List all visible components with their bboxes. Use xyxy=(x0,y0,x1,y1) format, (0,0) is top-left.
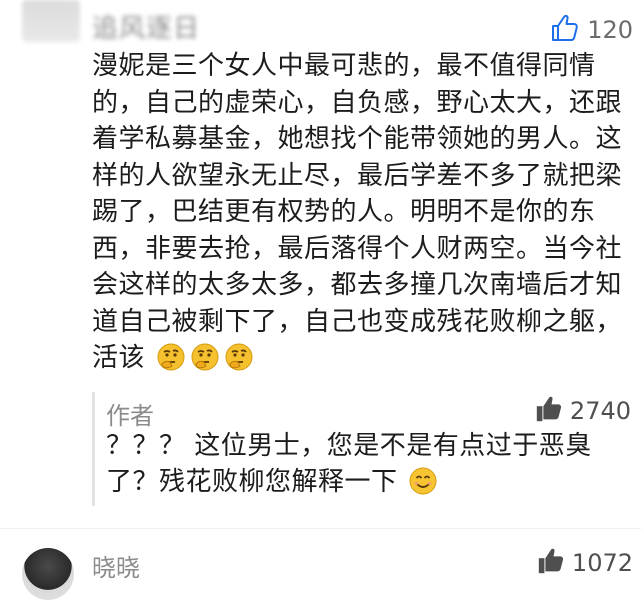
reply-indent-bar xyxy=(92,392,95,506)
comment-divider xyxy=(0,528,641,529)
smile-emoji-icon xyxy=(408,466,438,506)
like-count: 120 xyxy=(587,16,633,44)
comment-username[interactable]: 晓晓 xyxy=(92,548,140,583)
reply-body: ？？？ 这位男士，您是不是有点过于恶臭了？残花败柳您解释一下 xyxy=(106,428,626,506)
thinking-emoji-icon xyxy=(156,342,186,383)
thinking-emoji-icon xyxy=(224,342,254,383)
avatar-blurred[interactable] xyxy=(22,0,80,42)
thumbs-up-filled-icon xyxy=(536,546,566,580)
emoji-group xyxy=(156,342,254,383)
like-count: 1072 xyxy=(571,549,633,577)
comment-username-blurred[interactable]: 追风逐日 xyxy=(92,14,200,44)
thinking-emoji-icon xyxy=(190,342,220,383)
reply-like-count: 2740 xyxy=(569,397,631,425)
comment-text: 漫妮是三个女人中最可悲的，最不值得同情的，自己的虚荣心，自负感，野心太大，还跟着… xyxy=(92,51,623,373)
reply-text: ？？？ 这位男士，您是不是有点过于恶臭了？残花败柳您解释一下 xyxy=(106,431,592,497)
reply-like-button[interactable]: 2740 xyxy=(534,394,631,428)
thumbs-up-filled-icon xyxy=(534,394,564,428)
avatar[interactable] xyxy=(22,548,74,600)
comment-body: 漫妮是三个女人中最可悲的，最不值得同情的，自己的虚荣心，自负感，野心太大，还跟着… xyxy=(92,48,630,383)
like-button[interactable]: 120 xyxy=(549,10,633,50)
author-reply: 作者 2740 ？？？ 这位男士，您是不是有点过于恶臭了？残花败柳您解释一下 xyxy=(92,392,641,508)
reply-author-label[interactable]: 作者 xyxy=(106,396,154,431)
like-button[interactable]: 1072 xyxy=(536,546,633,580)
thumbs-up-outline-icon xyxy=(549,12,581,48)
